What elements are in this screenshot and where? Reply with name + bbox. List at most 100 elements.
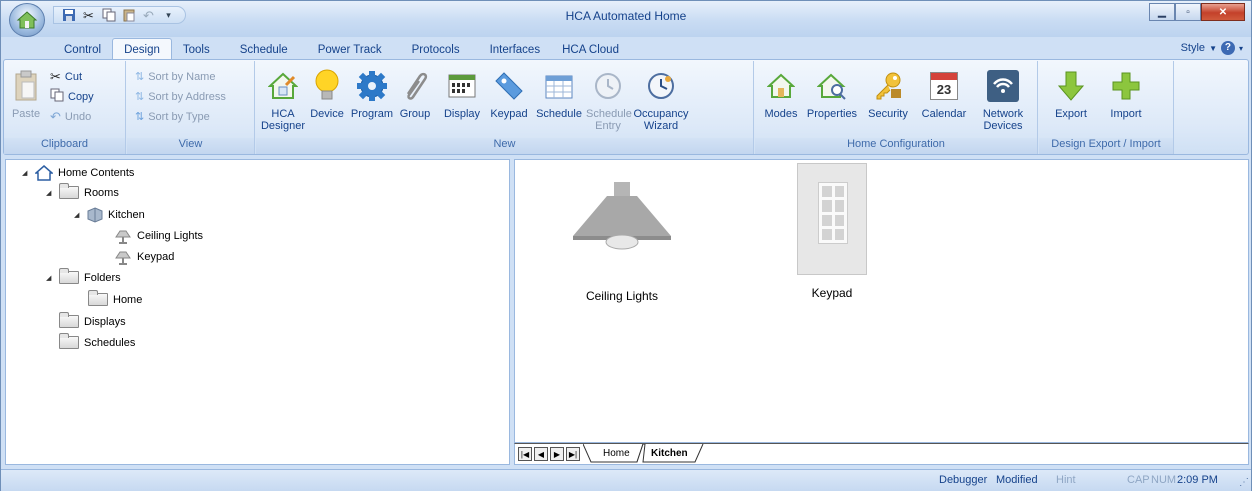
home-contents-tree[interactable]: ◢ Home Contents ◢ Rooms ◢ Kitchen Ceilin… — [5, 159, 510, 465]
tree-node-ceiling-lights[interactable]: Ceiling Lights — [114, 228, 203, 244]
group-button[interactable]: Group — [396, 67, 434, 120]
cut-button[interactable]: ✂ Cut — [50, 67, 82, 86]
display-label: Display — [443, 108, 481, 120]
occupancy-wizard-button[interactable]: Occupancy Wizard — [632, 67, 690, 132]
style-menu[interactable]: Style ▼ ? ▾ — [1181, 41, 1243, 55]
tab-interfaces[interactable]: Interfaces — [479, 39, 552, 60]
sort-by-address-button[interactable]: ⇅ Sort by Address — [135, 87, 226, 106]
close-button[interactable]: ✕ — [1201, 3, 1245, 21]
tree-label: Home — [113, 293, 143, 306]
hca-designer-button[interactable]: HCA Designer — [260, 67, 306, 132]
window-title: HCA Automated Home — [565, 9, 687, 23]
canvas-item-keypad[interactable]: Keypad — [785, 163, 879, 300]
collapse-arrow-icon[interactable]: ◢ — [22, 169, 30, 177]
status-debugger[interactable]: Debugger — [939, 474, 987, 486]
tab-design[interactable]: Design — [112, 38, 172, 60]
folder-icon — [59, 312, 79, 328]
export-button[interactable]: Export — [1051, 67, 1091, 120]
cut-icon: ✂ — [50, 68, 61, 84]
house-outline-icon — [35, 165, 53, 181]
schedule-button[interactable]: Schedule — [534, 67, 584, 120]
home-configuration-group: Modes Properties Security 23 Calendar Ne… — [755, 61, 1038, 154]
key-icon — [871, 67, 905, 105]
schedule-label: Schedule — [536, 108, 582, 120]
properties-house-icon — [815, 67, 849, 105]
tree-label: Displays — [84, 315, 126, 328]
calendar-label: Calendar — [921, 108, 967, 120]
calendar-button[interactable]: 23 Calendar — [917, 67, 971, 120]
collapse-arrow-icon[interactable]: ◢ — [46, 189, 54, 197]
tab-power-track[interactable]: Power Track — [307, 39, 393, 60]
minimize-button[interactable]: ▁ — [1149, 3, 1175, 21]
clock-icon — [591, 67, 625, 105]
keypad-label: Keypad — [490, 108, 528, 120]
keypad-icon — [797, 163, 867, 275]
occupancy-wizard-label: Occupancy Wizard — [633, 108, 689, 132]
folder-icon — [59, 333, 79, 349]
undo-button[interactable]: ↶ Undo — [50, 107, 91, 126]
sort-by-name-button[interactable]: ⇅ Sort by Name — [135, 67, 215, 86]
hca-designer-label: HCA Designer — [260, 108, 306, 132]
help-icon[interactable]: ? — [1220, 41, 1235, 55]
folder-icon — [59, 268, 79, 284]
tree-node-displays[interactable]: Displays — [59, 312, 126, 328]
sort-icon: ⇅ — [135, 111, 145, 123]
tab-hca-cloud[interactable]: HCA Cloud — [551, 39, 630, 60]
sort-by-type-button[interactable]: ⇅ Sort by Type — [135, 107, 210, 126]
collapse-arrow-icon[interactable]: ◢ — [74, 211, 82, 219]
program-label: Program — [350, 108, 394, 120]
modes-button[interactable]: Modes — [761, 67, 801, 120]
paste-icon — [12, 67, 40, 105]
next-sheet-button[interactable]: ▶ — [550, 447, 564, 461]
collapse-arrow-icon[interactable]: ◢ — [46, 274, 54, 282]
design-canvas[interactable]: Ceiling Lights Keypad — [514, 159, 1249, 443]
device-button[interactable]: Device — [308, 67, 346, 120]
copy-icon — [50, 88, 64, 105]
sheet-tab-kitchen[interactable]: Kitchen — [643, 444, 696, 462]
tab-tools[interactable]: Tools — [172, 39, 221, 60]
keypad-button[interactable]: Keypad — [488, 67, 530, 120]
tree-node-home-contents[interactable]: ◢ Home Contents — [22, 165, 134, 181]
app-window: ✂ ↶ ▾ HCA Automated Home ▁ ▫ ✕ Control D… — [0, 0, 1252, 491]
copy-label: Copy — [68, 90, 94, 103]
sort-by-type-label: Sort by Type — [148, 110, 210, 123]
prev-sheet-button[interactable]: ◀ — [534, 447, 548, 461]
copy-button[interactable]: Copy — [50, 87, 94, 106]
properties-label: Properties — [806, 108, 858, 120]
display-button[interactable]: Display — [440, 67, 484, 120]
maximize-button[interactable]: ▫ — [1175, 3, 1201, 21]
canvas-item-ceiling-lights[interactable]: Ceiling Lights — [557, 182, 687, 303]
tab-schedule[interactable]: Schedule — [229, 39, 299, 60]
tree-node-rooms[interactable]: ◢ Rooms — [46, 183, 119, 199]
tab-control[interactable]: Control — [53, 39, 112, 60]
help-dropdown-icon[interactable]: ▾ — [1239, 44, 1243, 53]
light-bulb-icon — [310, 67, 344, 105]
calendar-day: 23 — [936, 82, 952, 97]
import-button[interactable]: Import — [1103, 67, 1149, 120]
schedule-entry-button[interactable]: Schedule Entry — [586, 67, 632, 132]
status-modified: Modified — [996, 474, 1038, 486]
title-bar: ✂ ↶ ▾ HCA Automated Home ▁ ▫ ✕ — [1, 1, 1251, 37]
resize-grip-icon[interactable]: ⋰ — [1239, 477, 1249, 488]
lamp-icon — [115, 251, 131, 265]
tree-node-kitchen[interactable]: ◢ Kitchen — [74, 207, 145, 223]
tree-label: Schedules — [84, 336, 136, 349]
last-sheet-button[interactable]: ▶| — [566, 447, 580, 461]
tree-node-folders[interactable]: ◢ Folders — [46, 268, 121, 284]
tree-node-keypad[interactable]: Keypad — [114, 249, 174, 265]
schedule-entry-label: Schedule Entry — [586, 108, 632, 132]
properties-button[interactable]: Properties — [803, 67, 861, 120]
modes-house-icon — [764, 67, 798, 105]
new-group: HCA Designer Device Program Group Displa… — [256, 61, 754, 154]
occupancy-clock-icon — [644, 67, 678, 105]
security-button[interactable]: Security — [863, 67, 913, 120]
tab-protocols[interactable]: Protocols — [401, 39, 471, 60]
tree-node-schedules[interactable]: Schedules — [59, 333, 136, 349]
paste-button[interactable]: Paste — [12, 67, 40, 120]
tree-node-home[interactable]: Home — [88, 290, 143, 306]
first-sheet-button[interactable]: |◀ — [518, 447, 532, 461]
sheet-tab-home[interactable]: Home — [595, 444, 638, 462]
cut-label: Cut — [64, 70, 83, 83]
program-button[interactable]: Program — [349, 67, 395, 120]
network-devices-button[interactable]: Network Devices — [977, 67, 1029, 132]
